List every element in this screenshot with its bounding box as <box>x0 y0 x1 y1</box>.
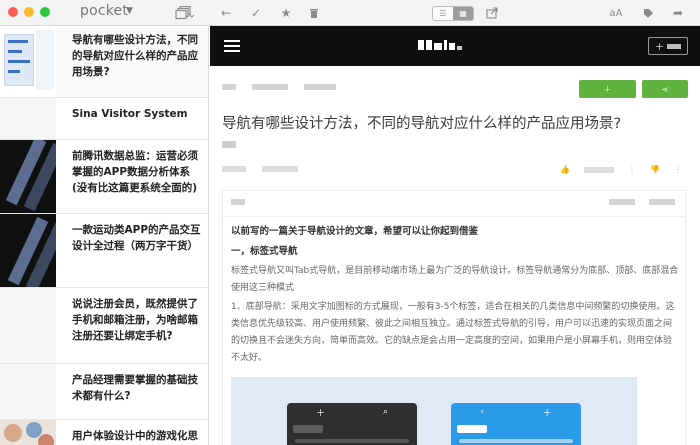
paragraph: 1、底部导航：采用文字加图标的方式展现，一般有3-5个标签，适合在相关的几类信息… <box>231 302 675 363</box>
site-logo-mark <box>418 40 462 50</box>
share-arrow-icon[interactable]: ➦ <box>670 4 686 22</box>
menu-icon[interactable] <box>224 40 240 52</box>
item-title: 前腾讯数据总监：运营必须掌握的APP数据分析体系(没有比这篇更系统全面的) <box>72 150 198 194</box>
tile-view-icon[interactable]: ▦ <box>453 7 473 20</box>
breadcrumb-item-placeholder[interactable] <box>222 84 236 90</box>
article-meta <box>222 166 298 172</box>
article-site-header: ＋ <box>210 26 700 66</box>
more-icon[interactable]: ⋮ <box>628 165 636 174</box>
search-icon: ⌕ <box>382 407 389 417</box>
breadcrumb-item-placeholder[interactable] <box>252 84 288 90</box>
stat-placeholder <box>609 199 635 205</box>
view-toggle[interactable]: ☰ ▦ <box>432 6 474 21</box>
meta-placeholder <box>222 166 246 172</box>
breadcrumb-item-placeholder[interactable] <box>304 84 336 90</box>
item-title: 说说注册会员，既然提供了手机和邮箱注册，为啥邮箱注册还要让绑定手机? <box>72 298 198 342</box>
font-size-icon[interactable]: aA <box>606 4 626 22</box>
back-arrow-icon[interactable]: ← <box>218 4 234 22</box>
item-title: 一款运动类APP的产品交互设计全过程（两万字干货） <box>72 224 201 252</box>
thumbs-up-icon[interactable]: 👍 <box>560 165 570 174</box>
item-title: 导航有哪些设计方法，不同的导航对应什么样的产品应用场景? <box>72 34 198 78</box>
meta-placeholder <box>262 166 298 172</box>
write-label-placeholder <box>667 43 681 49</box>
action-placeholder <box>584 166 615 173</box>
phone-mockup: ‹ ＋ <box>451 403 581 445</box>
tags-filter-button[interactable] <box>172 4 198 22</box>
article-actions: 👍 ⋮ 👎 ⋮ <box>560 165 682 174</box>
tag-icon[interactable] <box>640 4 656 22</box>
article-thumbnail <box>0 26 56 97</box>
follow-button[interactable]: ＋ <box>579 80 636 98</box>
phone-toolbar: ＋ ⌕ <box>287 403 417 421</box>
list-item[interactable]: 一款运动类APP的产品交互设计全过程（两万字干货） <box>0 214 208 288</box>
app-brand[interactable]: pocket <box>80 3 128 19</box>
stat-placeholder <box>649 199 675 205</box>
item-title: 产品经理需要掌握的基础技术都有什么? <box>72 374 198 402</box>
chevron-down-icon[interactable]: ▼ <box>126 6 133 16</box>
article-thumbnail <box>0 214 56 287</box>
section-heading: 一，标签式导航 <box>231 246 298 257</box>
write-button[interactable]: ＋ <box>647 37 688 55</box>
plus-icon: ＋ <box>603 84 612 94</box>
article-thumbnail <box>0 98 56 139</box>
list-item[interactable]: 用户体验设计中的游戏化思维 <box>0 420 208 445</box>
phone-mockup: ＋ ⌕ <box>287 403 417 445</box>
back-icon: ‹ <box>480 407 484 417</box>
more-icon[interactable]: ⋮ <box>674 165 682 174</box>
article-lead: 以前写的一篇关于导航设计的文章，希望可以让你起到借鉴 <box>231 226 479 237</box>
stack-icon <box>175 6 195 20</box>
delete-trash-icon[interactable] <box>306 4 322 22</box>
plus-icon: ＋ <box>654 42 664 53</box>
share-icon: ⋖ <box>661 84 669 94</box>
article-thumbnail <box>0 288 56 363</box>
archive-check-icon[interactable]: ✓ <box>248 4 264 22</box>
list-item[interactable]: 导航有哪些设计方法，不同的导航对应什么样的产品应用场景? <box>0 26 208 98</box>
list-view-icon[interactable]: ☰ <box>433 7 453 20</box>
list-item[interactable]: 前腾讯数据总监：运营必须掌握的APP数据分析体系(没有比这篇更系统全面的) <box>0 140 208 214</box>
reading-list: 导航有哪些设计方法，不同的导航对应什么样的产品应用场景? Sina Visito… <box>0 26 209 445</box>
author-name-placeholder[interactable] <box>222 141 236 148</box>
window-close-button[interactable] <box>8 7 18 17</box>
list-item[interactable]: 产品经理需要掌握的基础技术都有什么? <box>0 364 208 420</box>
item-title: Sina Visitor System <box>72 108 188 120</box>
window-minimize-button[interactable] <box>24 7 34 17</box>
item-title: 用户体验设计中的游戏化思维 <box>72 430 198 442</box>
paragraph: 标签式导航又叫Tab式导航，是目前移动端市场上最为广泛的导航设计。标签导航通常分… <box>231 266 679 293</box>
answer-card-header <box>223 191 685 217</box>
article-title: 导航有哪些设计方法，不同的导航对应什么样的产品应用场景? <box>222 116 622 132</box>
article-thumbnail <box>0 420 56 445</box>
thumbs-down-icon[interactable]: 👎 <box>650 165 660 174</box>
answer-stats <box>609 199 675 205</box>
share-out-icon[interactable] <box>484 4 500 22</box>
share-button[interactable]: ⋖ <box>642 80 688 98</box>
answer-card: 以前写的一篇关于导航设计的文章，希望可以让你起到借鉴 一，标签式导航 标签式导航… <box>222 190 686 445</box>
app-toolbar: pocket ▼ ← ✓ ★ ☰ ▦ aA ➦ <box>0 0 700 26</box>
article-image: ＋ ⌕ ‹ ＋ <box>231 377 637 445</box>
phone-toolbar: ‹ ＋ <box>451 403 581 421</box>
list-item[interactable]: Sina Visitor System <box>0 98 208 140</box>
article-thumbnail <box>0 140 56 213</box>
answer-label-placeholder <box>231 199 245 205</box>
favorite-star-icon[interactable]: ★ <box>278 4 294 22</box>
list-item[interactable]: 说说注册会员，既然提供了手机和邮箱注册，为啥邮箱注册还要让绑定手机? <box>0 288 208 364</box>
site-logo <box>418 39 462 55</box>
breadcrumb <box>222 84 336 90</box>
add-icon: ＋ <box>542 408 552 419</box>
add-icon: ＋ <box>315 408 325 419</box>
window-zoom-button[interactable] <box>40 7 50 17</box>
article-thumbnail <box>0 364 56 419</box>
